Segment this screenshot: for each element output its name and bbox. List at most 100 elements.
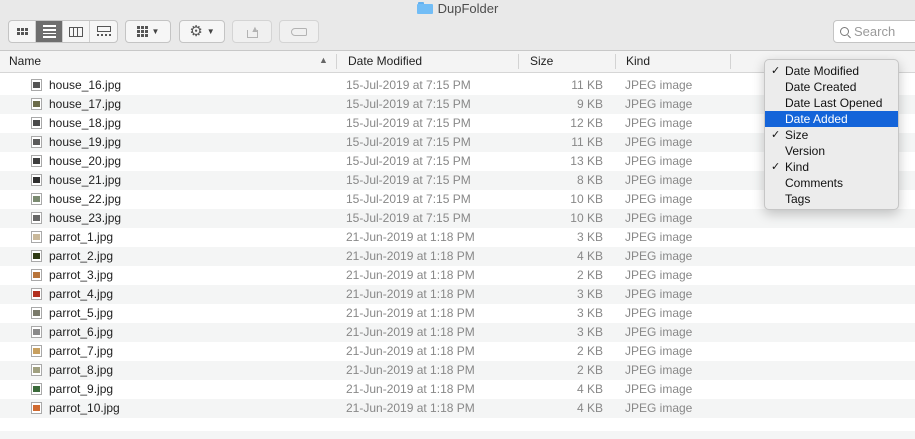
menu-item-label: Size — [785, 128, 809, 142]
image-thumbnail-icon — [31, 212, 42, 224]
search-field[interactable]: Search — [833, 20, 915, 43]
menu-item-label: Date Added — [785, 112, 848, 126]
file-kind: JPEG image — [625, 97, 693, 111]
file-name: house_22.jpg — [49, 192, 122, 206]
menu-item-version[interactable]: Version — [765, 143, 898, 159]
file-date-modified: 15-Jul-2019 at 7:15 PM — [346, 116, 471, 130]
file-size: 10 KB — [570, 192, 603, 206]
gallery-view-icon — [96, 26, 111, 37]
menu-item-date-created[interactable]: Date Created — [765, 79, 898, 95]
menu-item-comments[interactable]: Comments — [765, 175, 898, 191]
file-name: parrot_4.jpg — [49, 287, 114, 301]
image-thumbnail-icon — [31, 307, 42, 319]
file-date-modified: 21-Jun-2019 at 1:18 PM — [346, 306, 475, 320]
menu-item-label: Kind — [785, 160, 810, 174]
file-kind: JPEG image — [625, 325, 693, 339]
file-size: 2 KB — [576, 268, 603, 282]
file-size: 12 KB — [570, 116, 603, 130]
column-view-icon — [69, 26, 83, 37]
file-name: parrot_5.jpg — [49, 306, 114, 320]
group-by-button[interactable]: ▼ — [125, 20, 171, 43]
image-thumbnail-icon — [31, 250, 42, 262]
tags-button[interactable] — [279, 20, 319, 43]
table-row[interactable]: parrot_5.jpg 21-Jun-2019 at 1:18 PM 3 KB JP… — [0, 304, 915, 323]
file-size: 2 KB — [576, 344, 603, 358]
search-placeholder: Search — [854, 24, 896, 39]
list-view-button[interactable] — [36, 21, 63, 42]
menu-item-date-added[interactable]: Date Added — [765, 111, 898, 127]
table-row[interactable]: parrot_7.jpg 21-Jun-2019 at 1:18 PM 2 KB JP… — [0, 342, 915, 361]
file-date-modified: 15-Jul-2019 at 7:15 PM — [346, 97, 471, 111]
menu-item-label: Date Created — [785, 80, 857, 94]
file-name: parrot_10.jpg — [49, 401, 120, 415]
menu-item-date-modified[interactable]: ✓ Date Modified — [765, 63, 898, 79]
image-thumbnail-icon — [31, 288, 42, 300]
share-button[interactable]: ▲ — [232, 20, 272, 43]
icon-view-icon — [16, 28, 28, 35]
column-view-button[interactable] — [63, 21, 90, 42]
column-header-date-modified[interactable]: Date Modified — [348, 51, 422, 72]
file-name: house_23.jpg — [49, 211, 122, 225]
image-thumbnail-icon — [31, 79, 42, 91]
window-title: DupFolder — [0, 0, 915, 16]
table-row[interactable]: parrot_2.jpg 21-Jun-2019 at 1:18 PM 4 KB JP… — [0, 247, 915, 266]
file-kind: JPEG image — [625, 135, 693, 149]
table-row[interactable]: parrot_3.jpg 21-Jun-2019 at 1:18 PM 2 KB JP… — [0, 266, 915, 285]
column-resize-handle[interactable] — [730, 54, 731, 69]
file-date-modified: 21-Jun-2019 at 1:18 PM — [346, 363, 475, 377]
file-size: 4 KB — [576, 401, 603, 415]
window-title-label: DupFolder — [437, 0, 499, 16]
menu-item-label: Comments — [785, 176, 844, 190]
table-row[interactable]: parrot_6.jpg 21-Jun-2019 at 1:18 PM 3 KB JP… — [0, 323, 915, 342]
table-row[interactable]: parrot_4.jpg 21-Jun-2019 at 1:18 PM 3 KB JP… — [0, 285, 915, 304]
menu-item-kind[interactable]: ✓ Kind — [765, 159, 898, 175]
chevron-down-icon: ▼ — [151, 27, 160, 36]
tag-icon — [291, 27, 307, 36]
file-date-modified: 21-Jun-2019 at 1:18 PM — [346, 344, 475, 358]
file-size: 10 KB — [570, 211, 603, 225]
image-thumbnail-icon — [31, 326, 42, 338]
file-name: parrot_9.jpg — [49, 382, 114, 396]
image-thumbnail-icon — [31, 345, 42, 357]
image-thumbnail-icon — [31, 231, 42, 243]
file-size: 3 KB — [576, 287, 603, 301]
column-header-size[interactable]: Size — [530, 51, 553, 72]
column-resize-handle[interactable] — [336, 54, 337, 69]
file-date-modified: 21-Jun-2019 at 1:18 PM — [346, 230, 475, 244]
file-size: 3 KB — [576, 325, 603, 339]
file-size: 9 KB — [576, 97, 603, 111]
column-resize-handle[interactable] — [615, 54, 616, 69]
file-name: parrot_6.jpg — [49, 325, 114, 339]
file-date-modified: 21-Jun-2019 at 1:18 PM — [346, 287, 475, 301]
file-size: 8 KB — [576, 173, 603, 187]
action-button[interactable]: ⚙ ▼ — [179, 20, 225, 43]
icon-view-button[interactable] — [9, 21, 36, 42]
menu-item-tags[interactable]: Tags — [765, 191, 898, 207]
file-name: parrot_2.jpg — [49, 249, 114, 263]
chevron-down-icon: ▼ — [206, 27, 215, 36]
table-row[interactable]: parrot_8.jpg 21-Jun-2019 at 1:18 PM 2 KB JP… — [0, 361, 915, 380]
menu-item-label: Tags — [785, 192, 811, 206]
gallery-view-button[interactable] — [90, 21, 117, 42]
file-kind: JPEG image — [625, 344, 693, 358]
file-name: house_17.jpg — [49, 97, 122, 111]
file-name: parrot_1.jpg — [49, 230, 114, 244]
menu-item-date-last-opened[interactable]: Date Last Opened — [765, 95, 898, 111]
file-size: 2 KB — [576, 363, 603, 377]
table-row[interactable]: parrot_10.jpg 21-Jun-2019 at 1:18 PM 4 KB J… — [0, 399, 915, 418]
search-icon — [840, 27, 849, 36]
menu-item-size[interactable]: ✓ Size — [765, 127, 898, 143]
column-header-kind[interactable]: Kind — [626, 51, 650, 72]
table-row[interactable]: parrot_1.jpg 21-Jun-2019 at 1:18 PM 3 KB JP… — [0, 228, 915, 247]
image-thumbnail-icon — [31, 402, 42, 414]
table-row[interactable]: house_23.jpg 15-Jul-2019 at 7:15 PM 10 KB J… — [0, 209, 915, 228]
column-resize-handle[interactable] — [518, 54, 519, 69]
image-thumbnail-icon — [31, 364, 42, 376]
column-header-name[interactable]: Name — [9, 51, 41, 72]
image-thumbnail-icon — [31, 174, 42, 186]
table-row[interactable]: parrot_9.jpg 21-Jun-2019 at 1:18 PM 4 KB JP… — [0, 380, 915, 399]
file-name: house_18.jpg — [49, 116, 122, 130]
file-kind: JPEG image — [625, 173, 693, 187]
file-size: 4 KB — [576, 249, 603, 263]
list-background-row — [0, 431, 915, 439]
